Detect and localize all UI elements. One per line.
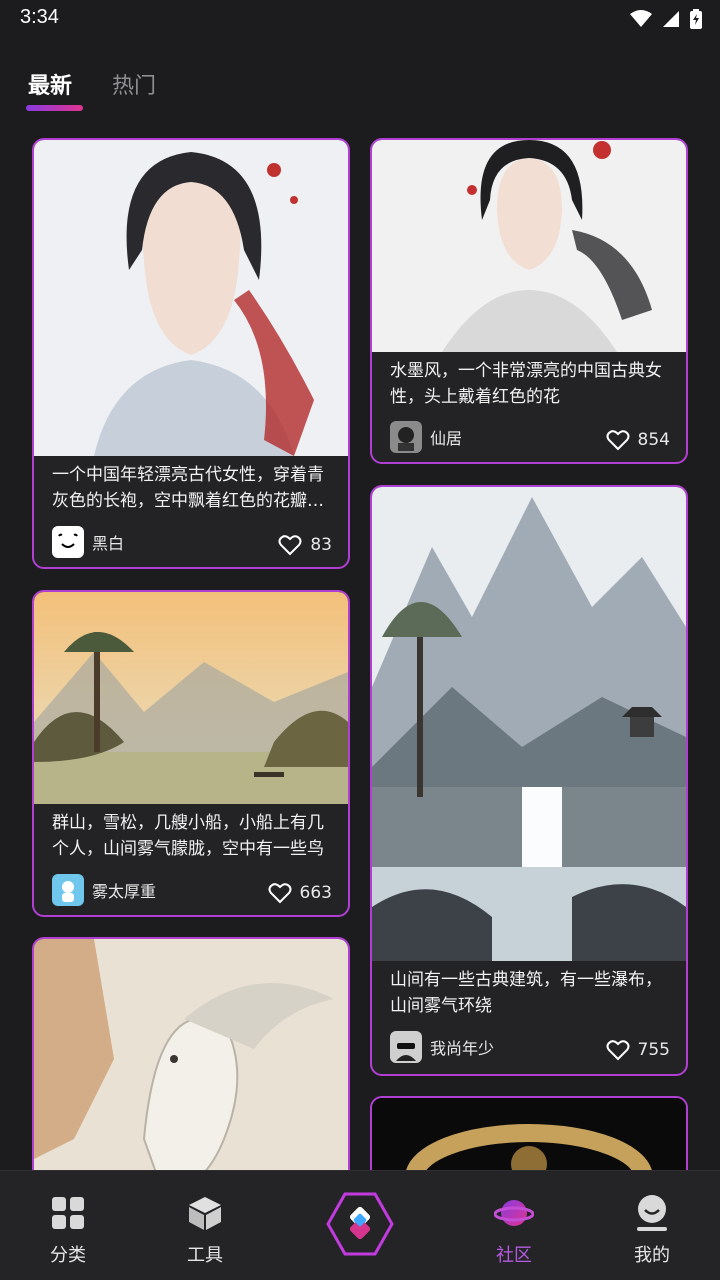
post-author[interactable]: 仙居	[390, 421, 462, 453]
post-image	[34, 592, 348, 804]
post-image	[34, 140, 348, 456]
post-description: 一个中国年轻漂亮古代女性，穿着青灰色的长袍，空中飘着红色的花瓣…	[52, 465, 324, 511]
tab-latest[interactable]: 最新	[28, 68, 72, 100]
like-count: 83	[310, 535, 332, 555]
grid-icon	[18, 1193, 118, 1233]
battery-icon	[690, 9, 702, 29]
nav-mine[interactable]: 我的	[602, 1193, 702, 1267]
avatar	[390, 1031, 422, 1063]
author-name: 我尚年少	[430, 1039, 495, 1058]
post-card[interactable]	[32, 937, 350, 1197]
author-name: 雾太厚重	[92, 882, 157, 901]
nav-label: 分类	[50, 1245, 86, 1266]
heart-icon	[278, 535, 302, 556]
like-count: 854	[637, 430, 670, 450]
post-description: 水墨风，一个非常漂亮的中国古典女性，头上戴着红色的花	[390, 361, 662, 407]
nav-community[interactable]: 社区	[464, 1193, 564, 1267]
planet-icon	[464, 1193, 564, 1233]
post-description: 群山，雪松，几艘小船，小船上有几个人，山间雾气朦胧，空中有一些鸟	[52, 813, 324, 859]
nav-label: 社区	[496, 1245, 532, 1266]
nav-create[interactable]	[310, 1189, 410, 1259]
like-count: 755	[637, 1040, 670, 1060]
feed-tabs: 最新 热门	[0, 60, 720, 120]
nav-category[interactable]: 分类	[18, 1193, 118, 1267]
tab-hot[interactable]: 热门	[112, 68, 156, 100]
post-card[interactable]: 水墨风，一个非常漂亮的中国古典女性，头上戴着红色的花 仙居 854	[370, 138, 688, 464]
nav-label: 工具	[187, 1245, 223, 1266]
like-count: 663	[299, 883, 332, 903]
post-card[interactable]: 群山，雪松，几艘小船，小船上有几个人，山间雾气朦胧，空中有一些鸟 雾太厚重 66…	[32, 590, 350, 917]
nav-label: 我的	[634, 1245, 670, 1266]
like-button[interactable]: 83	[278, 534, 332, 556]
author-name: 仙居	[430, 429, 463, 448]
like-button[interactable]: 663	[268, 882, 332, 904]
post-card[interactable]: 山间有一些古典建筑，有一些瀑布，山间雾气环绕 我尚年少 755	[370, 485, 688, 1076]
profile-icon	[602, 1193, 702, 1233]
post-card[interactable]: 一个中国年轻漂亮古代女性，穿着青灰色的长袍，空中飘着红色的花瓣… 黑白 83	[32, 138, 350, 569]
post-author[interactable]: 雾太厚重	[52, 874, 156, 906]
like-button[interactable]: 854	[606, 429, 670, 451]
heart-icon	[606, 1040, 630, 1061]
nav-tools[interactable]: 工具	[155, 1193, 255, 1267]
avatar	[390, 421, 422, 453]
signal-icon	[663, 11, 679, 27]
status-time: 3:34	[20, 6, 59, 28]
post-author[interactable]: 我尚年少	[390, 1031, 494, 1063]
post-image	[34, 939, 348, 1195]
post-description: 山间有一些古典建筑，有一些瀑布，山间雾气环绕	[390, 970, 662, 1016]
status-bar: 3:34	[0, 0, 720, 38]
bottom-nav: 分类 工具 社区 我的	[0, 1170, 720, 1280]
author-name: 黑白	[92, 534, 125, 553]
heart-icon	[606, 430, 630, 451]
active-tab-indicator	[26, 105, 83, 111]
create-logo-icon	[310, 1189, 410, 1259]
post-image	[372, 140, 686, 352]
avatar	[52, 874, 84, 906]
post-author[interactable]: 黑白	[52, 526, 124, 558]
like-button[interactable]: 755	[606, 1039, 670, 1061]
status-icons	[630, 9, 702, 29]
wifi-icon	[630, 10, 652, 27]
cube-icon	[155, 1193, 255, 1233]
post-image	[372, 487, 686, 961]
avatar	[52, 526, 84, 558]
heart-icon	[268, 883, 292, 904]
